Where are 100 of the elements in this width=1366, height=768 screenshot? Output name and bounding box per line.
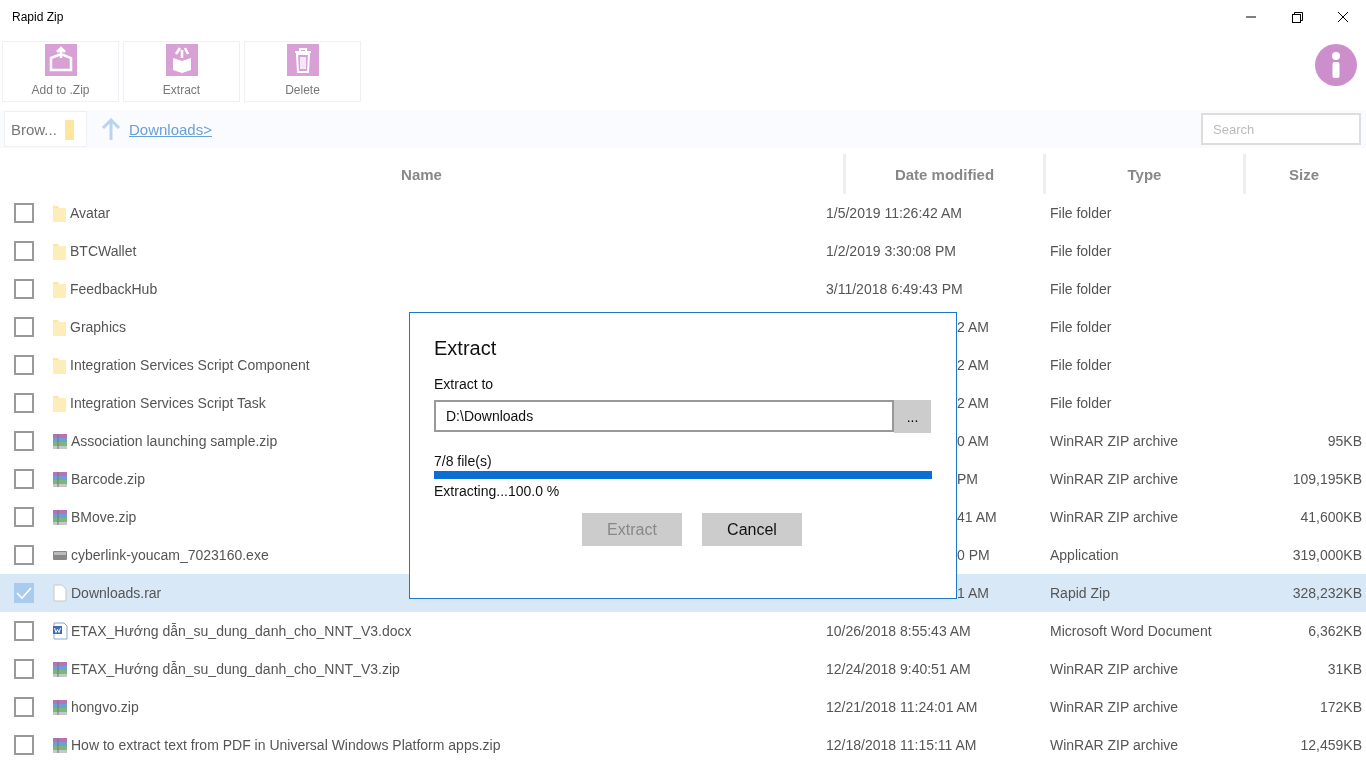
dialog-title: Extract (434, 337, 498, 360)
checkbox[interactable] (14, 583, 34, 603)
folder-icon (52, 242, 67, 260)
file-name: ETAX_Hướng dẫn_su_dung_danh_cho_NNT_V3.docx (71, 623, 412, 639)
folder-icon (64, 118, 74, 140)
word-document-icon (52, 622, 68, 640)
file-name: Integration Services Script Component (70, 357, 310, 373)
restore-icon (1291, 10, 1303, 23)
checkbox[interactable] (14, 621, 34, 641)
archive-icon (52, 432, 68, 450)
path-field[interactable]: D:\Downloads (434, 400, 894, 432)
file-name: BTCWallet (70, 243, 137, 259)
info-icon (1315, 44, 1357, 86)
folder-icon (52, 318, 67, 336)
checkbox[interactable] (14, 393, 34, 413)
file-name: FeedbackHub (70, 281, 158, 297)
date-cell-text: 12/21/2018 11:24:01 AM (826, 699, 979, 715)
type-cell-text: File folder (1050, 205, 1113, 221)
archive-icon (52, 736, 68, 754)
column-header[interactable]: Type (1043, 154, 1243, 194)
breadcrumb-link[interactable]: Downloads> (129, 120, 212, 138)
date-cell-text: 12/24/2018 9:40:51 AM (826, 661, 972, 677)
type-cell-text: File folder (1050, 281, 1113, 297)
checkbox[interactable] (14, 203, 34, 223)
field-label: Extract to (434, 376, 495, 392)
file-name: Integration Services Script Task (70, 395, 266, 411)
size-cell-text: 31KB (1326, 661, 1362, 677)
column-header[interactable]: Name (0, 154, 843, 194)
browse-folder-button[interactable]: ... (894, 400, 931, 433)
file-name: How to extract text from PDF in Universal Windows Platform apps.zip (71, 737, 501, 753)
checkbox[interactable] (14, 659, 34, 679)
progress-status: Extracting...100.0 % (434, 483, 561, 499)
date-cell-text: 2 AM (956, 319, 990, 335)
checkbox[interactable] (14, 241, 34, 261)
file-name: Avatar (70, 205, 111, 221)
date-cell-text: 41 AM (956, 509, 998, 525)
file-name: BMove.zip (71, 509, 137, 525)
close-icon (1337, 10, 1349, 23)
checkbox[interactable] (14, 545, 34, 565)
size-cell-text: 6,362KB (1307, 623, 1362, 639)
file-count: 7/8 file(s) (434, 453, 493, 469)
archive-icon (52, 698, 68, 716)
file-name: Graphics (70, 319, 127, 335)
toolbar-button[interactable]: Add to .Zip (2, 41, 119, 102)
box-add-icon (44, 44, 77, 76)
checkbox[interactable] (14, 697, 34, 717)
type-cell-text: WinRAR ZIP archive (1050, 471, 1180, 487)
type-cell-text: File folder (1050, 243, 1113, 259)
file-name: Association launching sample.zip (71, 433, 278, 449)
size-cell-text: 41,600KB (1299, 509, 1362, 525)
dialog-button[interactable]: Cancel (702, 513, 802, 546)
checkbox[interactable] (14, 431, 34, 451)
type-cell-text: File folder (1050, 395, 1113, 411)
type-cell-text: WinRAR ZIP archive (1050, 433, 1180, 449)
file-name: cyberlink-youcam_7023160.exe (71, 547, 269, 563)
folder-icon (52, 280, 67, 298)
date-cell-text: 12/18/2018 11:15:11 AM (826, 737, 978, 753)
size-cell-text: 328,232KB (1291, 585, 1362, 601)
browse-button[interactable]: Brow... (4, 111, 87, 147)
date-cell-text: 3/11/2018 6:49:43 PM (826, 281, 964, 297)
date-cell-text: PM (956, 471, 979, 487)
checkbox[interactable] (14, 317, 34, 337)
column-header[interactable]: Date modified (843, 154, 1043, 194)
folder-icon (52, 394, 67, 412)
type-cell-text: Application (1050, 547, 1120, 563)
file-name: ETAX_Hướng dẫn_su_dung_danh_cho_NNT_V3.zip (71, 661, 400, 677)
type-cell-text: WinRAR ZIP archive (1050, 737, 1180, 753)
open-box-icon (165, 44, 198, 76)
column-header[interactable]: Size (1243, 154, 1362, 194)
toolbar-button[interactable]: Delete (244, 41, 361, 102)
search-field[interactable]: Search (1201, 113, 1361, 145)
archive-icon (52, 508, 68, 526)
date-cell-text: 0 AM (956, 433, 990, 449)
up-arrow-icon[interactable] (101, 118, 121, 140)
trash-icon (286, 44, 319, 76)
window-title: Rapid Zip (12, 9, 64, 24)
date-cell-text: 2 AM (956, 357, 990, 373)
archive-icon (52, 470, 68, 488)
type-cell-text: File folder (1050, 357, 1113, 373)
type-cell-text: Rapid Zip (1050, 585, 1111, 601)
checkbox[interactable] (14, 469, 34, 489)
date-cell-text: 1/2/2019 3:30:08 PM (826, 243, 957, 259)
size-cell-text: 109,195KB (1291, 471, 1362, 487)
file-name: Barcode.zip (71, 471, 145, 487)
type-cell-text: Microsoft Word Document (1050, 623, 1213, 639)
date-cell-text: 1 AM (956, 585, 990, 601)
checkbox[interactable] (14, 735, 34, 755)
checkbox[interactable] (14, 507, 34, 527)
checkbox[interactable] (14, 355, 34, 375)
size-cell-text: 95KB (1326, 433, 1362, 449)
date-cell-text: 0 PM (956, 547, 991, 563)
type-cell-text: WinRAR ZIP archive (1050, 509, 1180, 525)
folder-icon (52, 204, 67, 222)
size-cell-text: 172KB (1318, 699, 1362, 715)
checkbox[interactable] (14, 279, 34, 299)
file-name: Downloads.rar (71, 585, 162, 601)
type-cell-text: WinRAR ZIP archive (1050, 699, 1180, 715)
toolbar-button[interactable]: Extract (123, 41, 240, 102)
type-cell-text: WinRAR ZIP archive (1050, 661, 1180, 677)
date-cell-text: 10/26/2018 8:55:43 AM (826, 623, 972, 639)
